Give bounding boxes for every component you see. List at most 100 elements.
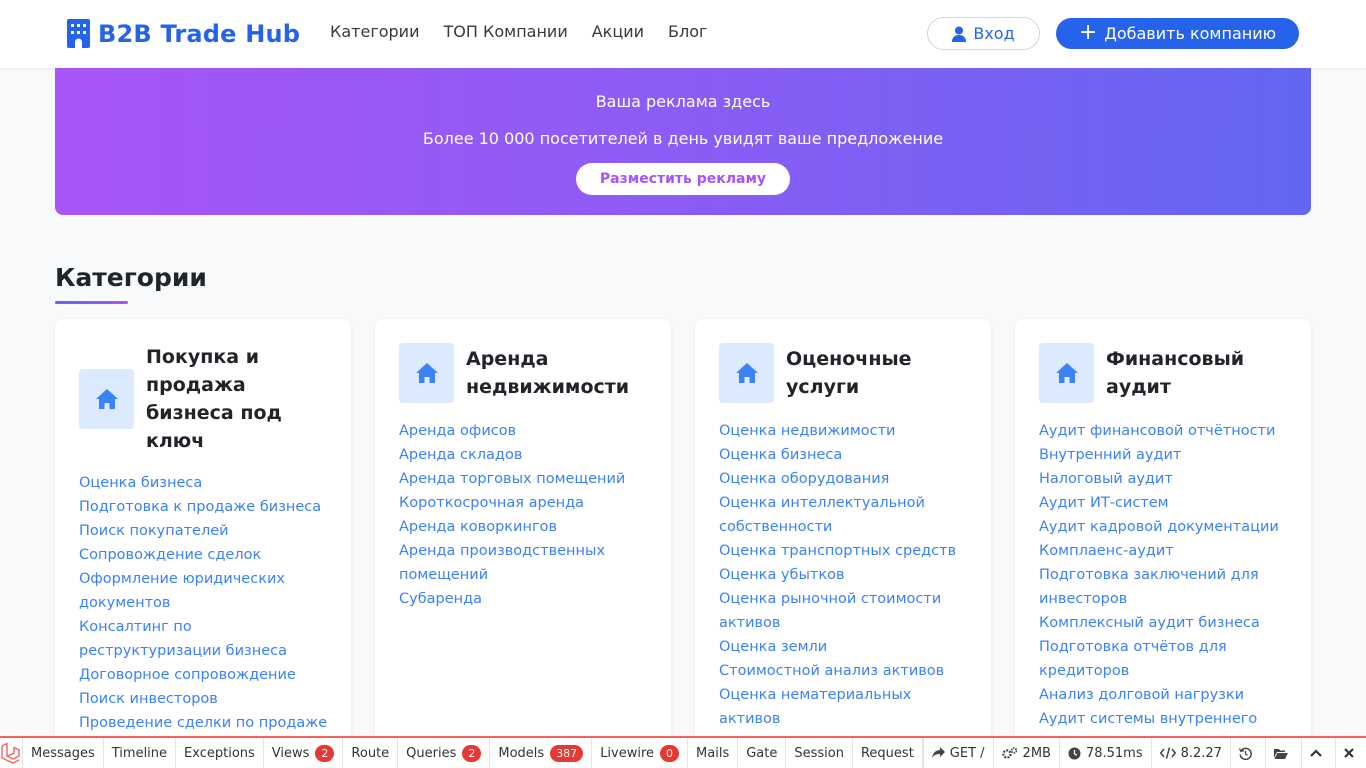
user-icon <box>952 26 967 42</box>
category-link[interactable]: Оценка транспортных средств <box>719 539 975 563</box>
history-button[interactable] <box>1229 738 1265 768</box>
category-link[interactable]: Комплексный аудит бизнеса <box>1039 611 1295 635</box>
request-method[interactable]: GET / <box>922 738 993 768</box>
debug-tab-request[interactable]: Request <box>853 738 923 768</box>
category-link[interactable]: Оформление юридических документов <box>79 567 335 615</box>
add-company-label: Добавить компанию <box>1104 24 1277 43</box>
category-link[interactable]: Поиск покупателей <box>79 519 335 543</box>
card-title[interactable]: Оценочные услуги <box>786 345 936 401</box>
navbar: B2B Trade Hub Категории ТОП Компании Акц… <box>0 0 1366 68</box>
debug-tab-messages[interactable]: Messages <box>23 738 104 768</box>
debug-tab-queries[interactable]: Queries 2 <box>398 738 491 768</box>
debug-tab-models[interactable]: Models 387 <box>490 738 593 768</box>
request-method-label: GET / <box>949 745 985 761</box>
category-link[interactable]: Аудит финансовой отчётности <box>1039 419 1295 443</box>
category-link[interactable]: Оценка оборудования <box>719 467 975 491</box>
card-title[interactable]: Финансовый аудит <box>1106 345 1256 401</box>
category-link[interactable]: Подготовка заключений для инвесторов <box>1039 563 1295 611</box>
category-link[interactable]: Комплаенс-аудит <box>1039 539 1295 563</box>
php-version[interactable]: 8.2.27 <box>1150 738 1230 768</box>
login-button[interactable]: Вход <box>927 17 1040 50</box>
debug-tab-mails[interactable]: Mails <box>688 738 739 768</box>
category-link[interactable]: Короткосрочная аренда <box>399 491 655 515</box>
category-link[interactable]: Поиск инвесторов <box>79 687 335 711</box>
nav-promotions[interactable]: Акции <box>592 22 644 41</box>
home-icon <box>79 369 134 429</box>
category-link[interactable]: Аудит системы внутреннего <box>1039 707 1295 731</box>
debug-tab-timeline[interactable]: Timeline <box>104 738 177 768</box>
cogs-icon <box>1001 746 1017 759</box>
category-link[interactable]: Внутренний аудит <box>1039 443 1295 467</box>
category-link[interactable]: Подготовка отчётов для кредиторов <box>1039 635 1295 683</box>
card-title[interactable]: Аренда недвижимости <box>466 345 656 401</box>
card-links: Аудит финансовой отчётности Внутренний а… <box>1039 419 1295 731</box>
request-duration[interactable]: 78.51ms <box>1058 738 1151 768</box>
open-folder-button[interactable] <box>1264 738 1301 768</box>
category-link[interactable]: Оценка убытков <box>719 563 975 587</box>
debug-tab-label: Mails <box>696 745 730 761</box>
category-link[interactable]: Договорное сопровождение <box>79 663 335 687</box>
category-link[interactable]: Оценка недвижимости <box>719 419 975 443</box>
category-link[interactable]: Оценка рыночной стоимости активов <box>719 587 975 635</box>
brand-logo[interactable]: B2B Trade Hub <box>67 19 300 48</box>
debug-tab-livewire[interactable]: Livewire 0 <box>592 738 689 768</box>
debug-tab-views[interactable]: Views 2 <box>264 738 344 768</box>
ad-banner: Ваша реклама здесь Более 10 000 посетите… <box>55 68 1311 215</box>
place-ad-button[interactable]: Разместить рекламу <box>576 163 790 195</box>
add-company-button[interactable]: + Добавить компанию <box>1056 18 1299 49</box>
memory-usage[interactable]: 2MB <box>992 738 1059 768</box>
category-link[interactable]: Аренда складов <box>399 443 655 467</box>
category-link[interactable]: Проведение сделки по продаже <box>79 711 335 735</box>
debug-tab-label: Views <box>271 745 310 761</box>
home-icon <box>1039 343 1094 403</box>
debug-tab-label: Request <box>860 745 914 761</box>
category-link[interactable]: Консалтинг по реструктуризации бизнеса <box>79 615 335 663</box>
maximize-button[interactable] <box>1300 738 1335 768</box>
card-title[interactable]: Покупка и продажа бизнеса под ключ <box>146 343 296 455</box>
building-icon <box>67 19 90 48</box>
category-card: Оценочные услуги Оценка недвижимости Оце… <box>695 319 991 768</box>
category-link[interactable]: Оценка бизнеса <box>719 443 975 467</box>
category-link[interactable]: Аренда производственных помещений <box>399 539 655 587</box>
category-link[interactable]: Стоимостной анализ активов <box>719 659 975 683</box>
category-link[interactable]: Субаренда <box>399 587 655 611</box>
category-link[interactable]: Оценка интеллектуальной собственности <box>719 491 975 539</box>
debug-tab-label: Exceptions <box>184 745 255 761</box>
category-link[interactable]: Оценка нематериальных активов <box>719 683 975 731</box>
category-link[interactable]: Анализ долговой нагрузки <box>1039 683 1295 707</box>
category-link[interactable]: Оценка земли <box>719 635 975 659</box>
category-link[interactable]: Аренда коворкингов <box>399 515 655 539</box>
debug-tab-label: Livewire <box>600 745 655 761</box>
laravel-logo-icon[interactable] <box>0 738 23 768</box>
close-icon <box>1344 748 1354 758</box>
category-link[interactable]: Аудит ИТ-систем <box>1039 491 1295 515</box>
category-link[interactable]: Аудит кадровой документации <box>1039 515 1295 539</box>
category-link[interactable]: Сопровождение сделок <box>79 543 335 567</box>
category-card: Финансовый аудит Аудит финансовой отчётн… <box>1015 319 1311 768</box>
category-link[interactable]: Подготовка к продаже бизнеса <box>79 495 335 519</box>
debug-tab-gate[interactable]: Gate <box>738 738 787 768</box>
debug-tab-label: Timeline <box>111 745 168 761</box>
count-badge: 2 <box>315 744 335 762</box>
login-label: Вход <box>973 24 1015 43</box>
clock-icon <box>1068 747 1081 759</box>
debug-bar-status: GET / 2MB 78.51ms 8.2.27 <box>922 738 1366 768</box>
nav-blog[interactable]: Блог <box>668 22 707 41</box>
close-button[interactable] <box>1334 738 1366 768</box>
category-link[interactable]: Аренда торговых помещений <box>399 467 655 491</box>
debug-tab-route[interactable]: Route <box>343 738 399 768</box>
category-link[interactable]: Аренда офисов <box>399 419 655 443</box>
debug-tab-session[interactable]: Session <box>786 738 853 768</box>
nav-categories[interactable]: Категории <box>330 22 419 41</box>
main-nav: Категории ТОП Компании Акции Блог <box>330 22 731 41</box>
folder-open-icon <box>1273 748 1288 759</box>
count-badge: 0 <box>660 744 680 762</box>
memory-label: 2MB <box>1022 745 1051 761</box>
category-link[interactable]: Налоговый аудит <box>1039 467 1295 491</box>
category-link[interactable]: Оценка бизнеса <box>79 471 335 495</box>
debug-tab-exceptions[interactable]: Exceptions <box>176 738 264 768</box>
ad-title: Ваша реклама здесь <box>595 92 771 111</box>
card-links: Оценка бизнеса Подготовка к продаже бизн… <box>79 471 335 735</box>
nav-top-companies[interactable]: ТОП Компании <box>443 22 567 41</box>
code-icon <box>1159 747 1176 759</box>
